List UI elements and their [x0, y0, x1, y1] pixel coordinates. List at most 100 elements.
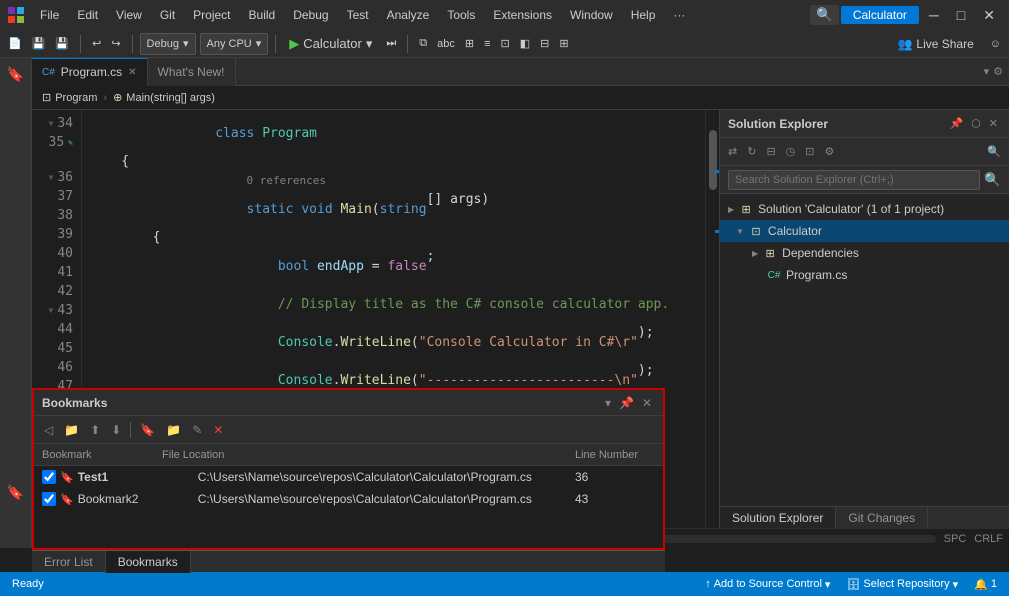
tab-program-cs[interactable]: C# Program.cs ✕ — [32, 58, 148, 86]
se-search-go-btn[interactable]: 🔍 — [984, 172, 1001, 188]
menu-build[interactable]: Build — [241, 6, 284, 24]
se-solution-item[interactable]: ▶ ⊞ Solution 'Calculator' (1 of 1 projec… — [720, 198, 1009, 220]
menu-view[interactable]: View — [108, 6, 150, 24]
up-icon: ↑ — [705, 578, 711, 590]
status-ready-btn[interactable]: Ready — [8, 572, 48, 596]
misc-btn-4[interactable]: ≡ — [480, 33, 494, 55]
bm-toggle-btn[interactable]: 🔖 — [136, 419, 159, 441]
menu-project[interactable]: Project — [185, 6, 238, 24]
scrollbar-thumb[interactable] — [709, 130, 717, 190]
panel-tab-error-list[interactable]: Error List — [32, 551, 106, 573]
menu-edit[interactable]: Edit — [69, 6, 106, 24]
bm-nav-up-btn[interactable]: ⬆ — [86, 419, 104, 441]
bm-row-checkbox-1[interactable] — [42, 470, 56, 484]
tabs-settings-btn[interactable]: ⚙ — [993, 65, 1003, 78]
editor-scrollbar[interactable] — [705, 110, 719, 528]
se-tab-solution-explorer[interactable]: Solution Explorer — [720, 507, 836, 529]
se-close-btn[interactable]: ✕ — [986, 117, 1001, 130]
save-btn[interactable]: 💾 — [28, 33, 50, 55]
bm-folder-btn[interactable]: 📁 — [60, 419, 83, 441]
line-num-37: 37 — [36, 187, 73, 206]
menu-debug[interactable]: Debug — [285, 6, 336, 24]
se-program-item[interactable]: C# Program.cs — [720, 264, 1009, 286]
new-file-btn[interactable]: 📄 — [4, 33, 26, 55]
line-num-34: ▼ 34 — [36, 114, 73, 133]
breadcrumb-program[interactable]: ⊡ Program — [40, 91, 99, 104]
redo-btn[interactable]: ↪ — [107, 33, 124, 55]
se-title: Solution Explorer — [728, 117, 946, 131]
breadcrumb-main[interactable]: ⊕ Main(string[] args) — [111, 91, 217, 104]
se-search-input[interactable] — [728, 170, 980, 190]
editor-tabs: C# Program.cs ✕ What's New! ▾ ⚙ — [32, 58, 1009, 86]
platform-dropdown[interactable]: Any CPU ▾ — [200, 33, 269, 55]
se-collapse-btn[interactable]: ⊟ — [762, 141, 779, 163]
se-settings-btn[interactable]: ⚙ — [820, 141, 838, 163]
debug-config-dropdown[interactable]: Debug ▾ — [140, 33, 196, 55]
collapse-arrow-36[interactable]: ▼ — [49, 168, 54, 187]
close-btn[interactable]: ✕ — [975, 0, 1003, 30]
status-notification-btn[interactable]: 🔔 1 — [970, 572, 1001, 596]
se-search-toggle-btn[interactable]: 🔍 — [983, 141, 1005, 163]
se-tab-git-changes[interactable]: Git Changes — [836, 507, 928, 529]
status-nav-btns[interactable]: ↑ Add to Source Control ▾ — [701, 572, 834, 596]
breadcrumb: ⊡ Program › ⊕ Main(string[] args) — [32, 86, 1009, 110]
se-pin-btn[interactable]: 📌 — [946, 117, 966, 130]
bm-row-bookmark2[interactable]: 🔖 Bookmark2 C:\Users\Name\source\repos\C… — [34, 488, 663, 510]
se-sync-btn[interactable]: ⇄ — [724, 141, 741, 163]
se-project-item[interactable]: ▼ ⊡ Calculator — [720, 220, 1009, 242]
bm-pin-btn[interactable]: 📌 — [616, 396, 637, 410]
se-dependencies-item[interactable]: ▶ ⊞ Dependencies — [720, 242, 1009, 264]
minimize-btn[interactable]: ─ — [921, 0, 947, 30]
bm-delete-btn[interactable]: ✕ — [209, 419, 227, 441]
undo-btn[interactable]: ↩ — [88, 33, 105, 55]
se-pending-btn[interactable]: ◷ — [782, 141, 800, 163]
menu-tools[interactable]: Tools — [439, 6, 483, 24]
save-all-btn[interactable]: 💾 — [51, 33, 73, 55]
liveshare-btn[interactable]: 👥 Live Share — [889, 35, 981, 53]
se-float-btn[interactable]: ⬡ — [968, 117, 984, 130]
notification-count: 1 — [991, 578, 997, 590]
menu-extensions[interactable]: Extensions — [485, 6, 560, 24]
misc-btn-8[interactable]: ⊞ — [555, 33, 572, 55]
misc-btn-2[interactable]: abc — [433, 33, 459, 55]
menu-test[interactable]: Test — [339, 6, 377, 24]
bm-dropdown-btn[interactable]: ▾ — [602, 396, 614, 410]
sidebar-bookmark-bottom[interactable]: 🔖 — [4, 480, 28, 504]
collapse-arrow-43[interactable]: ▼ — [49, 301, 54, 320]
se-refresh-btn[interactable]: ↻ — [743, 141, 760, 163]
misc-btn-3[interactable]: ⊞ — [461, 33, 478, 55]
tab-close-btn[interactable]: ✕ — [128, 67, 136, 78]
menu-analyze[interactable]: Analyze — [379, 6, 438, 24]
bm-close-btn[interactable]: ✕ — [639, 396, 655, 410]
bm-row-test1[interactable]: 🔖 Test1 C:\Users\Name\source\repos\Calcu… — [34, 466, 663, 488]
bm-nav-down-btn[interactable]: ⬇ — [107, 419, 125, 441]
tabs-dropdown-btn[interactable]: ▾ — [984, 65, 990, 78]
add-source-label: Add to Source Control — [714, 578, 822, 590]
se-filter-btn[interactable]: ⊡ — [801, 141, 818, 163]
maximize-btn[interactable]: □ — [949, 0, 973, 30]
status-select-repo-btn[interactable]: 🗄 Select Repository ▾ — [842, 572, 962, 596]
menu-help[interactable]: Help — [623, 6, 664, 24]
bm-rename-btn[interactable]: ✎ — [188, 419, 206, 441]
misc-btn-6[interactable]: ◧ — [516, 33, 534, 55]
status-left: Ready — [8, 572, 48, 596]
step-over-btn[interactable]: ⏭ — [382, 33, 400, 55]
misc-btn-5[interactable]: ⊡ — [497, 33, 514, 55]
bm-new-folder-btn[interactable]: 📁 — [162, 419, 185, 441]
line-num-36: ▼ 36 — [36, 168, 73, 187]
sidebar-bookmark-top[interactable]: 🔖 — [4, 62, 28, 86]
menu-file[interactable]: File — [32, 6, 67, 24]
collapse-arrow-34[interactable]: ▼ — [49, 114, 54, 133]
bm-nav-prev-btn[interactable]: ◁ — [40, 419, 57, 441]
menu-window[interactable]: Window — [562, 6, 621, 24]
run-btn[interactable]: ▶ Calculator ▾ — [283, 33, 378, 55]
bm-row-checkbox-2[interactable] — [42, 492, 56, 506]
menu-git[interactable]: Git — [152, 6, 183, 24]
tab-whats-new[interactable]: What's New! — [148, 58, 236, 86]
misc-btn-7[interactable]: ⊟ — [536, 33, 553, 55]
misc-btn-1[interactable]: ⧉ — [415, 33, 431, 55]
feedback-btn[interactable]: ☺ — [986, 33, 1005, 55]
global-search-btn[interactable]: 🔍 — [810, 5, 839, 25]
panel-tab-bookmarks[interactable]: Bookmarks — [106, 551, 191, 573]
menu-more[interactable]: ··· — [665, 6, 693, 24]
